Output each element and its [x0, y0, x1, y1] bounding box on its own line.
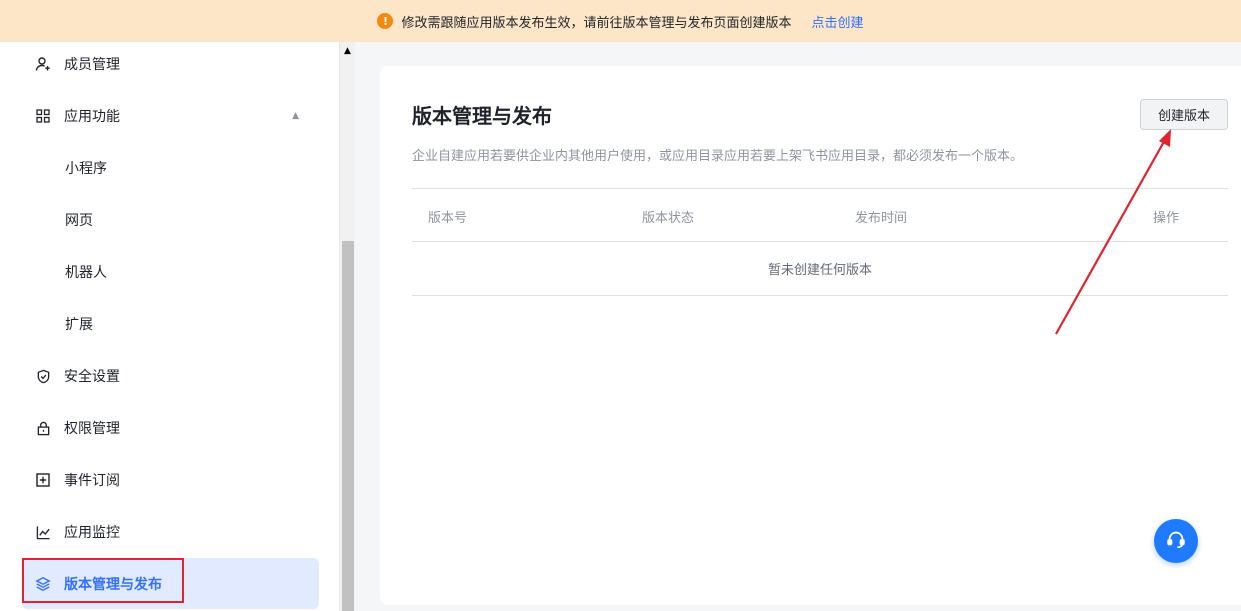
sidebar-item-label: 事件订阅 — [64, 473, 120, 489]
lock-icon — [34, 419, 52, 437]
sidebar: 成员管理 应用功能 ▲ 小程序 网页 机器人 扩展 安全设置 权限管理 事件订阅 — [0, 42, 339, 611]
sidebar-item-label: 小程序 — [65, 161, 107, 177]
main-card: 版本管理与发布 创建版本 企业自建应用若要供企业内其他用户使用，或应用目录应用若… — [380, 66, 1241, 605]
sidebar-item-label: 版本管理与发布 — [64, 576, 162, 593]
table-empty-state: 暂未创建任何版本 — [412, 242, 1228, 296]
column-header-version: 版本号 — [428, 211, 468, 226]
sidebar-item-label: 扩展 — [65, 317, 93, 333]
scroll-up-arrow-icon[interactable]: ▲ — [344, 46, 351, 56]
layers-icon — [34, 575, 52, 593]
page-title: 版本管理与发布 — [412, 104, 552, 128]
sidebar-item-monitoring[interactable]: 应用监控 — [22, 508, 319, 556]
sidebar-item-label: 安全设置 — [64, 369, 120, 385]
create-version-button[interactable]: 创建版本 — [1140, 99, 1228, 130]
column-header-release-time: 发布时间 — [855, 211, 908, 226]
plus-box-icon — [34, 471, 52, 489]
sidebar-item-label: 应用功能 — [64, 109, 120, 125]
grid-icon — [34, 107, 52, 125]
sidebar-item-permissions[interactable]: 权限管理 — [22, 404, 319, 452]
shield-icon — [34, 367, 52, 385]
sidebar-item-members[interactable]: 成员管理 — [22, 42, 319, 88]
chevron-up-icon[interactable]: ▲ — [292, 111, 299, 121]
table-header: 版本号 版本状态 发布时间 操作 — [412, 188, 1228, 242]
sidebar-item-security[interactable]: 安全设置 — [22, 352, 319, 400]
help-button[interactable] — [1154, 519, 1198, 563]
sidebar-item-label: 应用监控 — [64, 525, 120, 541]
warning-icon: ! — [377, 13, 394, 29]
sidebar-item-label: 权限管理 — [64, 421, 120, 437]
sidebar-item-events[interactable]: 事件订阅 — [22, 456, 319, 504]
notice-banner: ! 修改需跟随应用版本发布生效，请前往版本管理与发布页面创建版本 点击创建 — [0, 0, 1241, 42]
column-header-actions: 操作 — [1153, 211, 1180, 226]
sidebar-item-label: 网页 — [65, 213, 93, 229]
scrollbar-thumb[interactable] — [342, 241, 354, 611]
versions-table: 版本号 版本状态 发布时间 操作 暂未创建任何版本 — [412, 188, 1228, 296]
headset-icon — [1165, 528, 1187, 554]
sidebar-item-mini-program[interactable]: 小程序 — [22, 144, 319, 192]
user-add-icon — [34, 55, 52, 73]
page-description: 企业自建应用若要供企业内其他用户使用，或应用目录应用若要上架飞书应用目录，都必须… — [412, 149, 1024, 164]
sidebar-scrollbar[interactable]: ▲ — [339, 42, 355, 611]
column-header-status: 版本状态 — [642, 211, 695, 226]
banner-message: 修改需跟随应用版本发布生效，请前往版本管理与发布页面创建版本 — [401, 15, 792, 31]
line-chart-icon — [34, 523, 52, 541]
sidebar-item-app-features[interactable]: 应用功能 ▲ — [22, 92, 319, 140]
sidebar-item-webpage[interactable]: 网页 — [22, 196, 319, 244]
sidebar-item-label: 成员管理 — [64, 57, 120, 73]
sidebar-item-bot[interactable]: 机器人 — [22, 248, 319, 296]
sidebar-item-label: 机器人 — [65, 265, 107, 281]
banner-create-link[interactable]: 点击创建 — [812, 12, 864, 31]
sidebar-item-extension[interactable]: 扩展 — [22, 300, 319, 348]
sidebar-item-version-release[interactable]: 版本管理与发布 — [22, 558, 319, 609]
